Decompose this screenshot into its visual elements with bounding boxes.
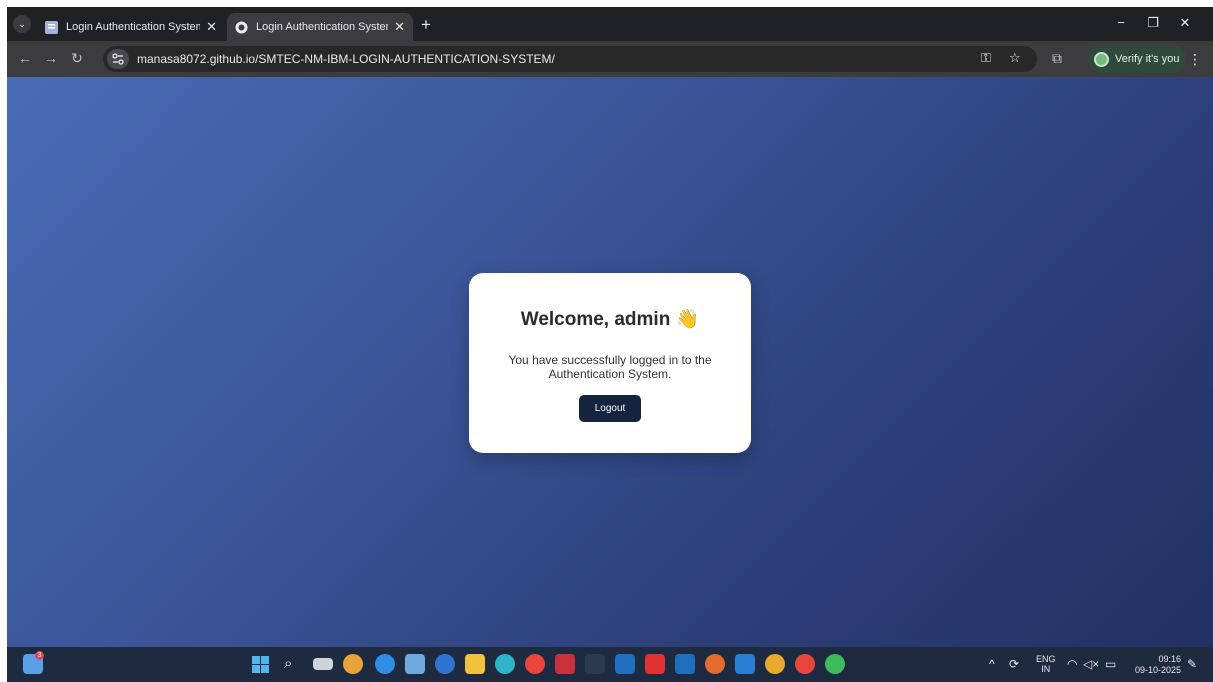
site-info-icon[interactable] [107, 49, 129, 69]
profile-verify-button[interactable]: Verify it's you [1088, 45, 1186, 73]
linkedin-icon-2[interactable] [675, 654, 695, 674]
key-icon[interactable]: ⚿ [981, 50, 991, 66]
language-code: ENG [1036, 654, 1056, 664]
minimize-icon[interactable]: − [1109, 15, 1133, 30]
reload-icon[interactable]: ↻ [67, 50, 87, 67]
document-favicon-icon [45, 20, 58, 34]
youtube-icon[interactable] [645, 654, 665, 674]
language-indicator[interactable]: ENG IN [1036, 654, 1056, 674]
verify-label: Verify it's you [1115, 53, 1180, 65]
chevron-up-icon[interactable]: ^ [989, 657, 995, 671]
tab-search-button[interactable]: ⌄ [13, 15, 31, 33]
clock[interactable]: 09:16 09-10-2025 [1129, 654, 1181, 676]
volume-icon[interactable]: ◁× [1083, 657, 1099, 671]
copilot-icon[interactable] [343, 654, 363, 674]
profile-avatar-icon [1094, 51, 1109, 67]
search-icon[interactable]: ⌕ [284, 655, 292, 672]
notifications-icon[interactable]: ✎ [1187, 657, 1197, 671]
wifi-icon[interactable]: ◠ [1067, 657, 1077, 671]
address-bar[interactable]: manasa8072.github.io/SMTEC-NM-IBM-LOGIN-… [103, 46, 1037, 72]
copilot-tray-icon[interactable]: ⟳ [1009, 657, 1019, 671]
tab-strip: ⌄ Login Authentication System: P ✕ Login… [7, 7, 1213, 41]
notification-badge: 3 [35, 651, 44, 660]
app-icon[interactable] [585, 654, 605, 674]
tab-title: Login Authentication System [256, 21, 389, 33]
close-tab-icon[interactable]: ✕ [394, 19, 405, 35]
whatsapp-icon[interactable] [825, 654, 845, 674]
linkedin-icon[interactable] [615, 654, 635, 674]
store-icon[interactable] [405, 654, 425, 674]
url-text[interactable]: manasa8072.github.io/SMTEC-NM-IBM-LOGIN-… [137, 52, 555, 66]
welcome-card: Welcome, admin 👋 You have successfully l… [469, 273, 751, 453]
edge-icon[interactable] [495, 654, 515, 674]
browser-toolbar: ← → ↻ manasa8072.github.io/SMTEC-NM-IBM-… [7, 41, 1213, 77]
chrome-icon[interactable] [525, 654, 545, 674]
taskbar: 3 ⌕ ^ ⟳ ENG IN ◠ ◁× ▭ 09:16 09-10-2025 ✎ [7, 647, 1213, 682]
new-tab-button[interactable]: + [415, 15, 437, 35]
hp-icon[interactable] [435, 654, 455, 674]
welcome-heading: Welcome, admin 👋 [520, 309, 700, 330]
close-window-icon[interactable]: ✕ [1173, 15, 1197, 31]
success-message: You have successfully logged in to the A… [508, 353, 712, 381]
bookmark-star-icon[interactable]: ☆ [1009, 50, 1021, 66]
tab-active[interactable]: Login Authentication System ✕ [227, 13, 413, 41]
battery-icon[interactable]: ▭ [1105, 657, 1116, 671]
file-explorer-icon[interactable] [465, 654, 485, 674]
clock-date: 09-10-2025 [1134, 665, 1181, 675]
extensions-icon[interactable]: ⧉ [1047, 50, 1067, 67]
globe-favicon-icon [235, 21, 248, 33]
browser-menu-icon[interactable]: ⋮ [1188, 51, 1202, 68]
page-viewport: Welcome, admin 👋 You have successfully l… [7, 77, 1213, 647]
tab-inactive[interactable]: Login Authentication System: P ✕ [37, 13, 225, 41]
app-orange-icon[interactable] [705, 654, 725, 674]
back-icon[interactable]: ← [15, 50, 35, 66]
clock-time: 09:16 [1158, 654, 1181, 664]
restore-icon[interactable]: ❐ [1141, 15, 1165, 31]
browser-window: ⌄ Login Authentication System: P ✕ Login… [7, 7, 1213, 682]
vscode-icon[interactable] [735, 654, 755, 674]
task-view-icon[interactable] [313, 658, 333, 670]
region-code: IN [1041, 664, 1051, 674]
chrome-canary-icon[interactable] [375, 654, 395, 674]
start-icon[interactable] [252, 656, 269, 673]
logout-button[interactable]: Logout [579, 395, 641, 422]
tab-title: Login Authentication System: P [66, 21, 200, 33]
chrome-profile-icon[interactable] [765, 654, 785, 674]
forward-icon[interactable]: → [41, 50, 61, 66]
close-tab-icon[interactable]: ✕ [206, 19, 217, 35]
chrome-active-icon[interactable] [795, 654, 815, 674]
mcafee-icon[interactable] [555, 654, 575, 674]
